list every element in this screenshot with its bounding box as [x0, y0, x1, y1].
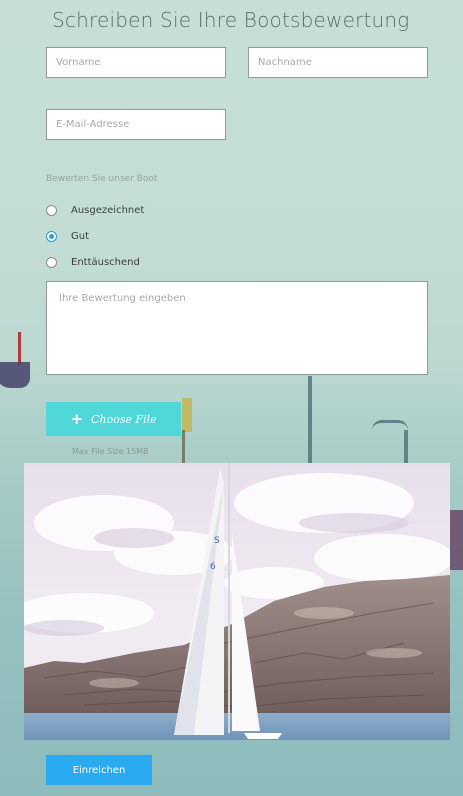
last-name-field[interactable]	[248, 47, 428, 78]
rating-option-ausgezeichnet[interactable]: Ausgezeichnet	[46, 202, 144, 218]
radio-button-selected[interactable]	[46, 230, 57, 242]
svg-text:S: S	[214, 536, 220, 546]
background-boat-hull	[450, 510, 463, 570]
first-name-field[interactable]	[46, 47, 226, 78]
choose-file-button[interactable]: + Choose File	[46, 402, 181, 436]
sailboat-photo: S 6	[24, 463, 450, 740]
radio-button[interactable]	[46, 256, 57, 268]
rating-option-label: Ausgezeichnet	[71, 204, 145, 216]
rating-option-enttaeuschend[interactable]: Enttäuschend	[46, 254, 140, 270]
plus-icon: +	[70, 409, 83, 428]
background-boat-mast	[18, 332, 21, 366]
background-pole	[308, 376, 312, 464]
email-field[interactable]	[46, 109, 226, 140]
svg-text:6: 6	[210, 562, 216, 572]
form-title: Schreiben Sie Ihre Bootsbewertung	[52, 8, 410, 32]
rating-option-label: Gut	[71, 230, 90, 242]
background-pole	[404, 430, 408, 464]
background-flag	[182, 398, 192, 432]
rating-option-gut[interactable]: Gut	[46, 228, 89, 244]
rating-option-label: Enttäuschend	[71, 256, 140, 268]
choose-file-label: Choose File	[91, 412, 157, 426]
background-flagpole	[182, 430, 185, 464]
submit-button[interactable]: Einreichen	[46, 755, 152, 785]
rating-label: Bewerten Sie unser Boot	[46, 174, 158, 184]
review-textarea[interactable]	[46, 281, 428, 375]
radio-button[interactable]	[46, 204, 57, 216]
max-file-size-note: Max File Size 15MB	[72, 447, 149, 456]
background-boat	[0, 362, 30, 388]
background-street-lamp	[372, 420, 408, 433]
